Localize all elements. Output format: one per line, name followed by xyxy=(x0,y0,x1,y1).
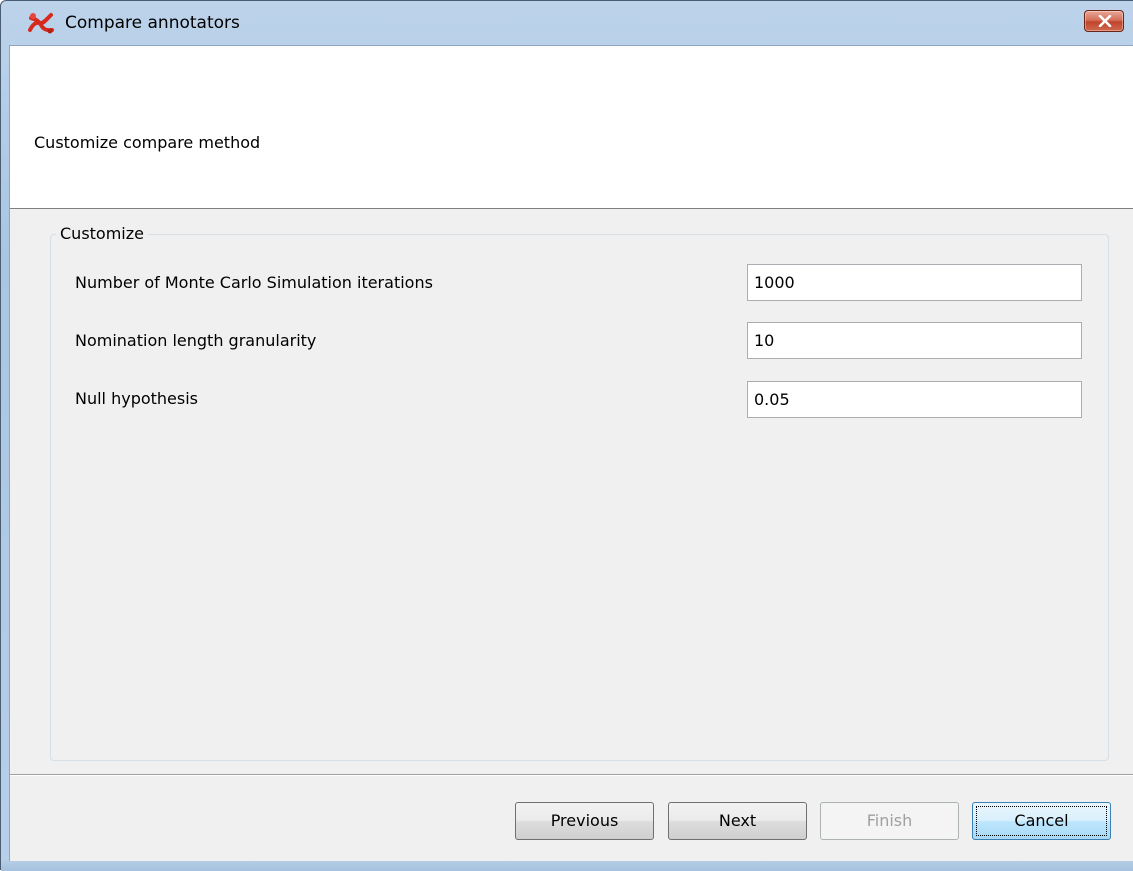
customize-groupbox xyxy=(50,234,1109,761)
dialog-window: Compare annotators Customize compare met… xyxy=(0,0,1133,871)
nomination-length-granularity-input[interactable] xyxy=(747,322,1082,359)
cancel-button[interactable]: Cancel xyxy=(972,802,1111,840)
button-bar-separator xyxy=(10,774,1133,776)
dialog-content: Customize compare method Customize Numbe… xyxy=(9,45,1133,861)
previous-button[interactable]: Previous xyxy=(515,802,654,840)
monte-carlo-iterations-input[interactable] xyxy=(747,264,1082,301)
nomination-length-granularity-label: Nomination length granularity xyxy=(75,331,317,350)
groupbox-title: Customize xyxy=(56,224,148,243)
next-button[interactable]: Next xyxy=(668,802,807,840)
close-button[interactable] xyxy=(1084,10,1124,32)
app-logo-icon xyxy=(28,13,54,34)
window-title: Compare annotators xyxy=(65,13,240,33)
monte-carlo-iterations-label: Number of Monte Carlo Simulation iterati… xyxy=(75,273,433,292)
cancel-button-label: Cancel xyxy=(1014,811,1069,830)
wizard-header: Customize compare method xyxy=(10,46,1133,209)
null-hypothesis-input[interactable] xyxy=(747,381,1082,418)
title-bar[interactable]: Compare annotators xyxy=(1,1,1133,45)
wizard-step-title: Customize compare method xyxy=(34,133,261,152)
null-hypothesis-label: Null hypothesis xyxy=(75,389,199,408)
finish-button[interactable]: Finish xyxy=(820,802,959,840)
close-icon xyxy=(1098,15,1112,27)
